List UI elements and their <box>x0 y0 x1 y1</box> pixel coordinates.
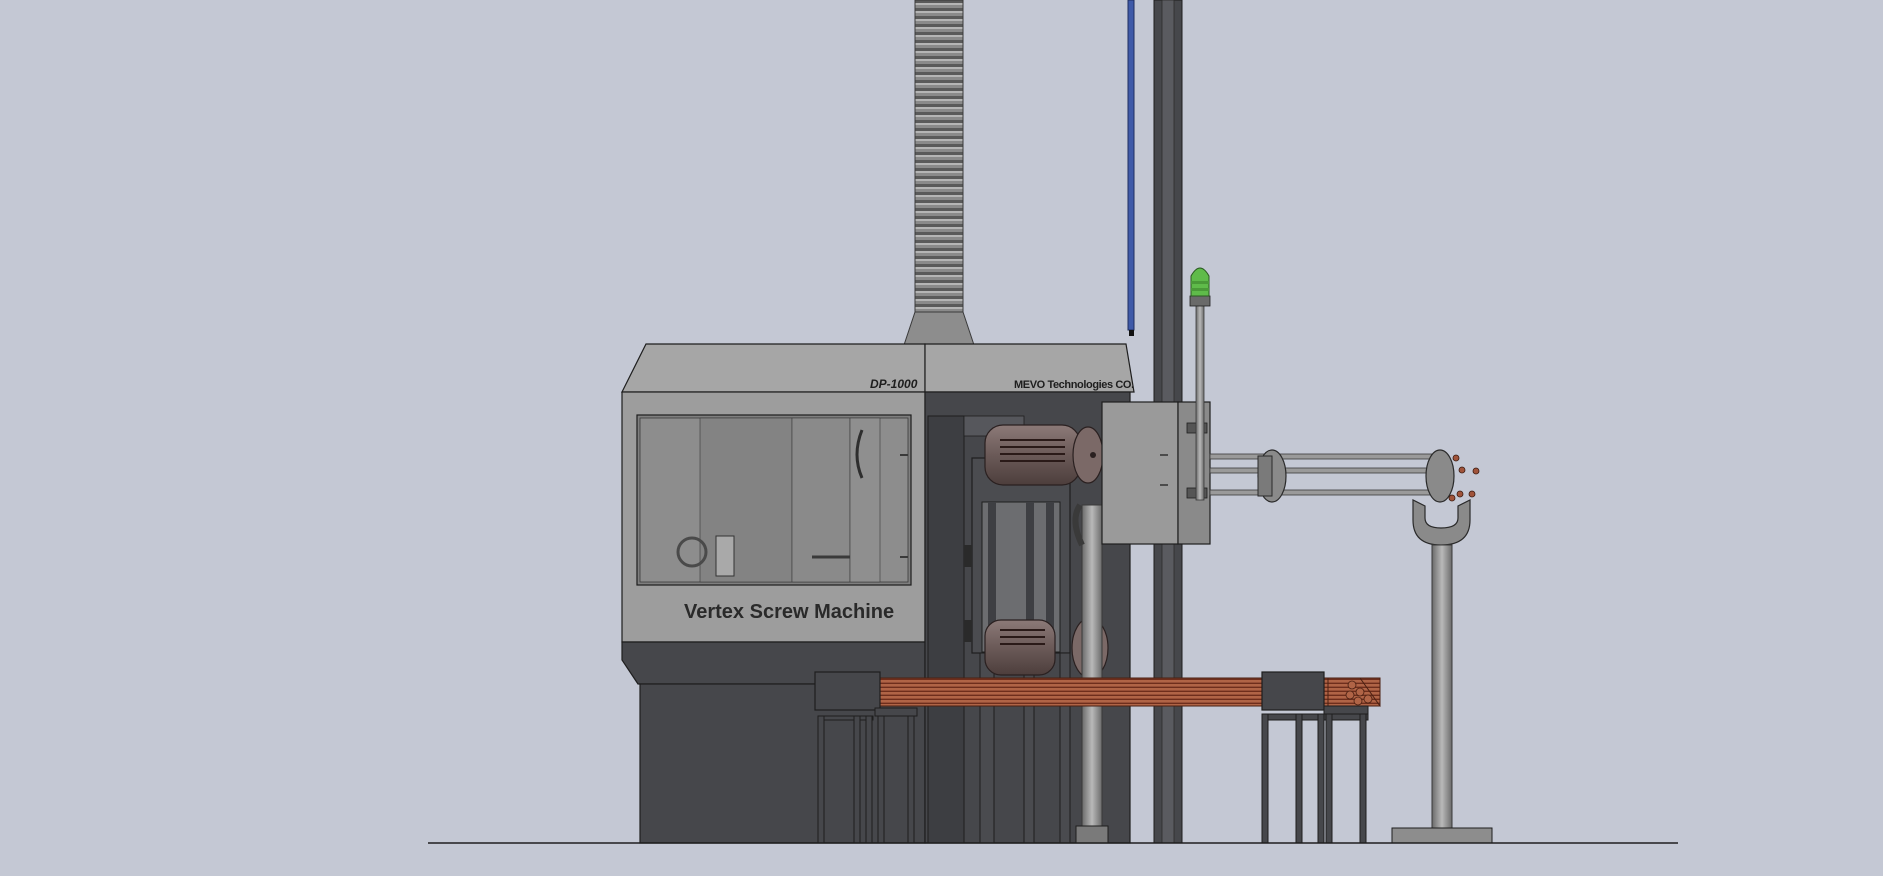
maker-label: MEVO Technologies CO. <box>1014 379 1134 391</box>
brand-label: Vertex Screw Machine <box>684 601 894 623</box>
machine-drawing: DP-1000 MEVO Technologies CO. Vertex Scr… <box>428 0 1678 844</box>
exhaust-duct-icon <box>903 0 975 346</box>
motor-icon <box>984 424 1104 486</box>
model-label: DP-1000 <box>870 377 918 391</box>
control-box <box>1101 401 1211 545</box>
cable <box>1127 0 1135 336</box>
bar-feeder-icon <box>1209 449 1493 844</box>
